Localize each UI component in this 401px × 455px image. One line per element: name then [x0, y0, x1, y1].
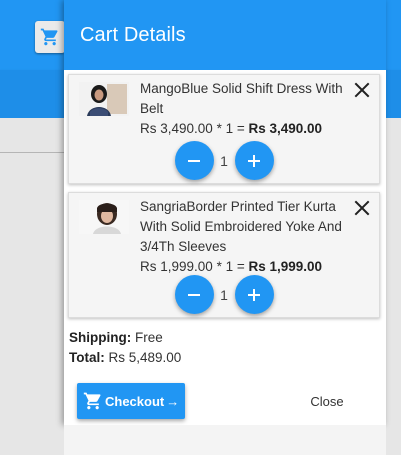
panel-footer-strip [64, 425, 386, 455]
line-total: Rs 3,490.00 [248, 121, 323, 136]
increase-quantity-button[interactable] [234, 275, 274, 314]
item-price-line: Rs 1,999.00 * 1 = Rs 1,999.00 [140, 257, 354, 277]
shopping-cart-icon [83, 392, 101, 410]
shipping-line: Shipping: Free [69, 328, 181, 348]
item-info: MangoBlue Solid Shift Dress With Belt Rs… [140, 79, 354, 139]
content-divider [0, 152, 64, 153]
decrease-quantity-button[interactable] [174, 141, 214, 180]
shipping-value: Free [131, 330, 163, 345]
panel-header: Cart Details [64, 0, 386, 70]
shipping-label: Shipping: [69, 330, 132, 345]
price-multiplier: * 1 = [212, 259, 249, 274]
line-total: Rs 1,999.00 [248, 259, 323, 274]
cart-summary: Shipping: Free Total: Rs 5,489.00 [69, 328, 181, 368]
remove-item-button[interactable] [353, 81, 371, 99]
close-button[interactable]: Close [289, 383, 365, 419]
quantity-stepper: 1 [69, 141, 379, 180]
decrease-quantity-button[interactable] [174, 275, 214, 314]
total-line: Total: Rs 5,489.00 [69, 348, 181, 368]
item-price-line: Rs 3,490.00 * 1 = Rs 3,490.00 [140, 119, 354, 139]
product-thumbnail [79, 82, 129, 116]
unit-price: Rs 3,490.00 [140, 121, 213, 136]
checkout-label: Checkout [105, 393, 165, 409]
close-icon [354, 200, 370, 216]
shopping-cart-icon [40, 28, 58, 46]
arrow-right-icon: → [166, 393, 180, 409]
quantity-stepper: 1 [69, 275, 379, 314]
plus-icon [248, 154, 260, 167]
header-cart-button[interactable] [35, 21, 65, 53]
minus-icon [188, 159, 200, 162]
total-label: Total: [69, 350, 105, 365]
product-thumbnail [79, 200, 129, 234]
price-multiplier: * 1 = [212, 121, 249, 136]
cart-item: MangoBlue Solid Shift Dress With Belt Rs… [68, 74, 380, 184]
app-screen: Cart Details MangoBlue Solid Shift Dress… [0, 0, 401, 455]
cart-item: SangriaBorder Printed Tier Kurta With So… [68, 192, 380, 318]
close-icon [354, 82, 370, 98]
minus-icon [188, 293, 200, 296]
quantity-value: 1 [220, 286, 228, 303]
item-info: SangriaBorder Printed Tier Kurta With So… [140, 197, 354, 277]
remove-item-button[interactable] [353, 199, 371, 217]
total-value: Rs 5,489.00 [104, 350, 182, 365]
cart-details-panel: Cart Details MangoBlue Solid Shift Dress… [64, 0, 386, 425]
panel-title: Cart Details [80, 23, 186, 46]
plus-icon [248, 288, 260, 301]
checkout-button[interactable]: Checkout → [77, 383, 186, 419]
quantity-value: 1 [220, 152, 228, 169]
product-name: MangoBlue Solid Shift Dress With Belt [140, 81, 343, 116]
product-name: SangriaBorder Printed Tier Kurta With So… [140, 199, 342, 254]
unit-price: Rs 1,999.00 [140, 259, 213, 274]
increase-quantity-button[interactable] [234, 141, 274, 180]
